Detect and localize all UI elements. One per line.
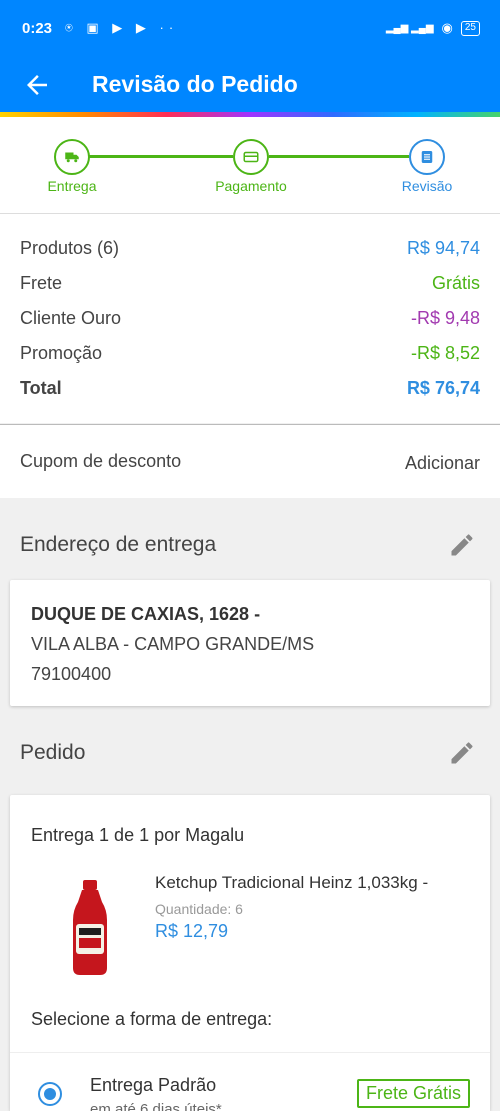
step-connector: [72, 155, 233, 158]
radio-selected-icon[interactable]: [38, 1082, 62, 1106]
truck-icon: [65, 152, 79, 163]
summary-label: Total: [20, 378, 62, 398]
step-connector: [269, 155, 409, 158]
summary-value: -R$ 8,52: [410, 343, 480, 363]
card-icon: [243, 151, 259, 163]
document-icon: [421, 151, 433, 163]
summary-label: Cliente Ouro: [20, 308, 122, 328]
address-section-title: Endereço de entrega: [20, 533, 217, 556]
step-revisao[interactable]: [409, 139, 445, 175]
step-entrega[interactable]: [54, 139, 90, 175]
checkout-stepper: Entrega Pagamento Revisão: [0, 117, 500, 214]
signal-icon: ▂▄▆ ▂▄▆: [385, 22, 434, 34]
summary-value: Grátis: [431, 273, 480, 293]
step-label-revisao: Revisão: [401, 178, 453, 194]
battery-icon: 25: [460, 20, 480, 36]
product-price: R$ 12,79: [155, 921, 229, 941]
summary-row-frete: Frete Grátis: [20, 273, 480, 294]
address-card: DUQUE DE CAXIAS, 1628 - VILA ALBA - CAMP…: [10, 580, 490, 706]
step-label-pagamento: Pagamento: [215, 178, 287, 194]
status-right: ▂▄▆ ▂▄▆ ◉ 25: [386, 20, 480, 36]
coupon-label: Cupom de desconto: [20, 451, 182, 471]
back-arrow-icon[interactable]: [22, 70, 52, 100]
app-bar: Revisão do Pedido: [0, 60, 500, 112]
wifi-icon: ◉: [441, 20, 453, 35]
summary-label: Promoção: [20, 343, 103, 363]
status-bar: 0:23 ⍟ ▣ ▶ ▶ ·· ▂▄▆ ▂▄▆ ◉ 25: [0, 0, 500, 60]
step-pagamento[interactable]: [233, 139, 269, 175]
summary-value: -R$ 9,48: [410, 308, 480, 328]
coupon-row: Cupom de desconto Adicionar: [0, 424, 500, 498]
shipping-option-standard[interactable]: Entrega Padrão em até 6 dias úteis* Fret…: [10, 1052, 490, 1111]
summary-row-produtos: Produtos (6) R$ 94,74: [20, 238, 480, 259]
summary-row-total: Total R$ 76,74: [20, 378, 480, 399]
summary-row-promocao: Promoção -R$ 8,52: [20, 343, 480, 364]
summary-value: R$ 76,74: [406, 378, 480, 398]
summary-row-cliente-ouro: Cliente Ouro -R$ 9,48: [20, 308, 480, 329]
summary-value: R$ 94,74: [406, 238, 480, 258]
product-name: Ketchup Tradicional Heinz 1,033kg -: [155, 873, 429, 892]
shipping-choose-label: Selecione a forma de entrega:: [31, 1009, 273, 1029]
shipping-option-eta: em até 6 dias úteis*: [90, 1101, 222, 1111]
add-coupon-button[interactable]: Adicionar: [405, 453, 480, 474]
edit-order-icon[interactable]: [448, 739, 476, 767]
shipping-option-name: Entrega Padrão: [90, 1075, 217, 1095]
notification-icons: ⍟ ▣ ▶ ▶ ··: [65, 20, 179, 35]
free-shipping-badge: Frete Grátis: [356, 1079, 470, 1108]
edit-address-icon[interactable]: [448, 531, 476, 559]
step-label-entrega: Entrega: [47, 178, 97, 194]
address-zip: 79100400: [31, 664, 112, 684]
product-quantity: Quantidade: 6: [155, 901, 243, 917]
product-image: [73, 880, 107, 975]
address-district-city: VILA ALBA - CAMPO GRANDE/MS: [31, 634, 315, 654]
address-street: DUQUE DE CAXIAS, 1628 -: [31, 604, 261, 624]
summary-label: Produtos (6): [20, 238, 120, 258]
order-section-title: Pedido: [20, 741, 86, 764]
page-title: Revisão do Pedido: [92, 71, 298, 97]
summary-label: Frete: [20, 273, 63, 293]
status-time: 0:23: [22, 20, 53, 37]
order-summary: Produtos (6) R$ 94,74 Frete Grátis Clien…: [0, 214, 500, 423]
delivery-title: Entrega 1 de 1 por Magalu: [31, 825, 245, 845]
